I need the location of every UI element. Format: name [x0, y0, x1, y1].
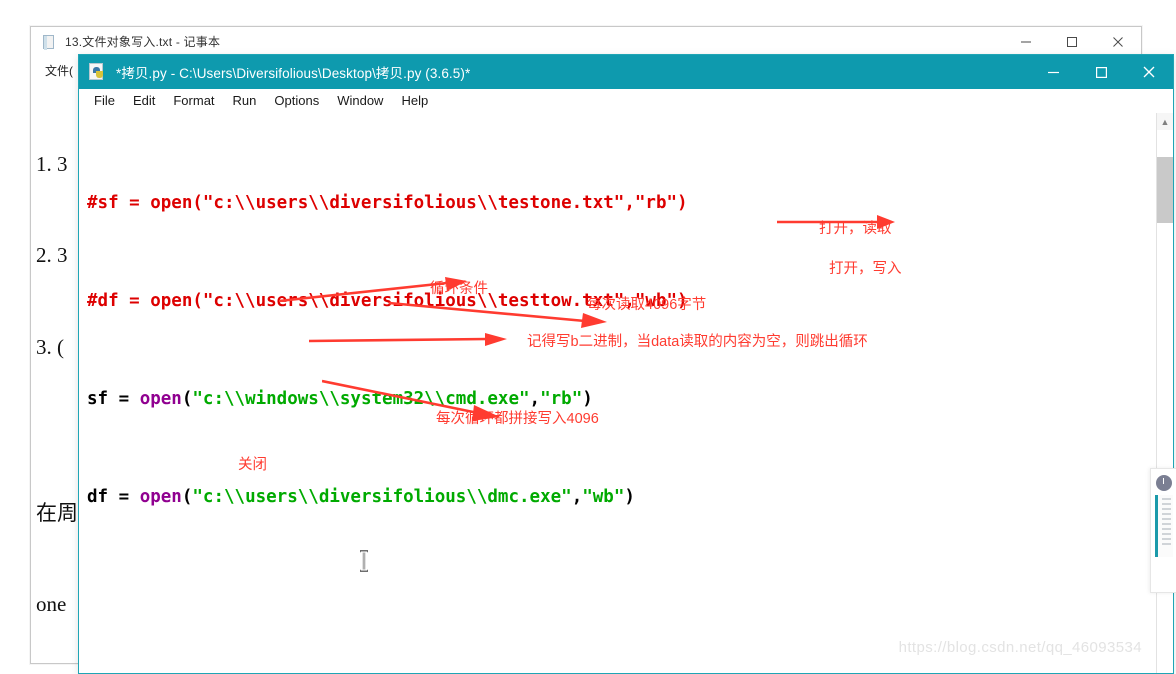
annotation-open-write: 打开，写入	[829, 261, 902, 277]
idle-editor-window[interactable]: *拷贝.py - C:\Users\Diversifolious\Desktop…	[78, 54, 1174, 674]
scroll-up-arrow-icon[interactable]: ▲	[1157, 113, 1173, 130]
annotation-arrow-3	[389, 301, 607, 328]
notepad-minimize-icon[interactable]	[1003, 27, 1049, 57]
idle-menu-help[interactable]: Help	[392, 91, 437, 110]
ibeam-cursor-icon	[360, 550, 368, 572]
idle-titlebar[interactable]: *拷贝.py - C:\Users\Diversifolious\Desktop…	[79, 55, 1173, 89]
notepad-title: 13.文件对象写入.txt - 记事本	[65, 35, 221, 49]
code-line-3: sf = open("c:\\windows\\system32\\cmd.ex…	[87, 388, 593, 409]
notepad-icon	[41, 34, 57, 50]
annotation-close: 关闭	[238, 457, 267, 473]
annotation-binary-note: 记得写b二进制，当data读取的内容为空，则跳出循环	[527, 334, 868, 350]
code-line-1: #sf = open("c:\\users\\diversifolious\\t…	[87, 192, 688, 213]
idle-title: *拷贝.py - C:\Users\Diversifolious\Desktop…	[116, 66, 471, 81]
python-file-icon	[89, 63, 107, 81]
notepad-menu-file[interactable]: 文件(	[39, 60, 79, 81]
idle-menubar[interactable]: File Edit Format Run Options Window Help	[79, 89, 1173, 113]
side-floating-panel[interactable]	[1150, 468, 1176, 593]
notepad-maximize-icon[interactable]	[1049, 27, 1095, 57]
code-line-5-blank	[87, 583, 1153, 608]
notepad-close-icon[interactable]	[1095, 27, 1141, 57]
panel-thumbnail[interactable]	[1154, 495, 1173, 557]
screenshot-root: 13.文件对象写入.txt - 记事本 文件( 1. 3 2. 3 3. (在…	[0, 0, 1176, 674]
clock-icon[interactable]	[1155, 475, 1172, 491]
idle-menu-format[interactable]: Format	[164, 91, 223, 110]
notepad-titlebar[interactable]: 13.文件对象写入.txt - 记事本	[31, 27, 1141, 57]
watermark: https://blog.csdn.net/qq_46093534	[898, 639, 1142, 656]
notepad-window-controls	[1003, 27, 1141, 57]
idle-menu-edit[interactable]: Edit	[124, 91, 164, 110]
scrollbar-thumb[interactable]	[1157, 157, 1173, 223]
idle-window-controls	[1029, 55, 1173, 89]
idle-menu-file[interactable]: File	[85, 91, 124, 110]
annotation-arrow-4	[309, 333, 507, 346]
idle-close-icon[interactable]	[1125, 55, 1173, 89]
idle-maximize-icon[interactable]	[1077, 55, 1125, 89]
idle-menu-run[interactable]: Run	[224, 91, 266, 110]
annotation-loop-condition: 循环条件	[430, 281, 488, 297]
idle-menu-window[interactable]: Window	[328, 91, 392, 110]
idle-minimize-icon[interactable]	[1029, 55, 1077, 89]
code-line-4: df = open("c:\\users\\diversifolious\\dm…	[87, 486, 635, 507]
idle-editor-body[interactable]: #sf = open("c:\\users\\diversifolious\\t…	[79, 113, 1173, 673]
annotation-open-read: 打开，读取	[819, 221, 892, 237]
annotation-write-4096: 每次循环都拼接写入4096	[436, 411, 599, 427]
idle-menu-options[interactable]: Options	[265, 91, 328, 110]
code-editor[interactable]: #sf = open("c:\\users\\diversifolious\\t…	[87, 117, 1153, 673]
annotation-read-4096: 每次读取4096字节	[587, 297, 707, 313]
